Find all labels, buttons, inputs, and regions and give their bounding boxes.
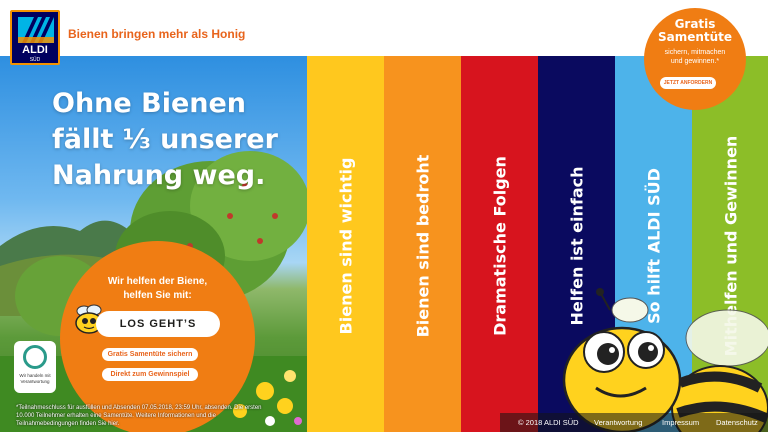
- gratis-samentuete-promo[interactable]: Gratis Samentüte sichern, mitmachen und …: [644, 8, 746, 110]
- circle-text-line-1: Wir helfen der Biene,: [107, 276, 208, 287]
- strip-label: Dramatische Folgen: [490, 156, 509, 336]
- promo-subtitle-line-1: sichern, mitmachen: [664, 49, 726, 56]
- promo-subtitle: sichern, mitmachen und gewinnen.*: [644, 48, 746, 66]
- circle-text-line-2: helfen Sie mit:: [123, 290, 192, 301]
- aldi-logo-stripes-icon: [18, 17, 54, 43]
- legal-line-1: *Teilnahmeschluss für ausfüllen und Abse…: [16, 405, 262, 411]
- strip-label: Bienen sind wichtig: [336, 157, 355, 335]
- footer-link-impressum[interactable]: Impressum: [662, 418, 699, 427]
- badge-text-line-2: Verantwortung: [20, 379, 50, 384]
- legal-line-3: Teilnahmebedingungen finden Sie hier.: [16, 421, 120, 427]
- headline-line-3: Nahrung weg.: [52, 160, 266, 191]
- verantwortung-badge[interactable]: Wir handeln mit Verantwortung: [14, 341, 56, 393]
- footer-link-verantwortung[interactable]: Verantwortung: [594, 418, 642, 427]
- hero-panel: Ohne Bienen fällt ⅓ unserer Nahrung weg.…: [0, 56, 307, 432]
- los-gehts-button[interactable]: LOS GEHT’S: [96, 311, 220, 337]
- bee-mascot-large-icon: [562, 288, 768, 432]
- jetzt-anfordern-button[interactable]: JETZT ANFORDERN: [660, 77, 716, 89]
- globe-icon: [23, 345, 47, 369]
- strip-bienen-sind-wichtig[interactable]: Bienen sind wichtig: [307, 56, 384, 432]
- legal-line-2: 10.000 Teilnehmer erhalten eine Samentüt…: [16, 413, 216, 419]
- hero-headline: Ohne Bienen fällt ⅓ unserer Nahrung weg.: [52, 86, 278, 194]
- legal-notice: *Teilnahmeschluss für ausfüllen und Abse…: [16, 404, 296, 428]
- badge-text: Wir handeln mit Verantwortung: [15, 373, 55, 385]
- strip-bienen-sind-bedroht[interactable]: Bienen sind bedroht: [384, 56, 461, 432]
- footer-copyright: © 2018 ALDI SÜD: [518, 418, 579, 427]
- headline-line-1: Ohne Bienen: [52, 88, 247, 119]
- strip-dramatische-folgen[interactable]: Dramatische Folgen: [461, 56, 538, 432]
- gratis-samentuete-button[interactable]: Gratis Samentüte sichern: [102, 348, 198, 361]
- circle-text: Wir helfen der Biene, helfen Sie mit:: [60, 275, 255, 303]
- footer-link-datenschutz[interactable]: Datenschutz: [716, 418, 758, 427]
- logo-subtext: SÜD: [29, 57, 41, 63]
- aldi-logo[interactable]: ALDI SÜD: [10, 10, 60, 65]
- promo-title: Gratis Samentüte: [644, 18, 746, 44]
- strip-label: Bienen sind bedroht: [413, 154, 432, 338]
- gewinnspiel-button[interactable]: Direkt zum Gewinnspiel: [102, 368, 198, 381]
- headline-line-2: fällt ⅓ unserer: [52, 124, 278, 155]
- promo-title-line-2: Samentüte: [657, 30, 733, 44]
- tagline: Bienen bringen mehr als Honig: [68, 27, 246, 41]
- promo-subtitle-line-2: und gewinnen.*: [670, 58, 720, 65]
- logo-text: ALDI: [22, 44, 48, 56]
- footer-bar: © 2018 ALDI SÜD Verantwortung Impressum …: [500, 413, 768, 432]
